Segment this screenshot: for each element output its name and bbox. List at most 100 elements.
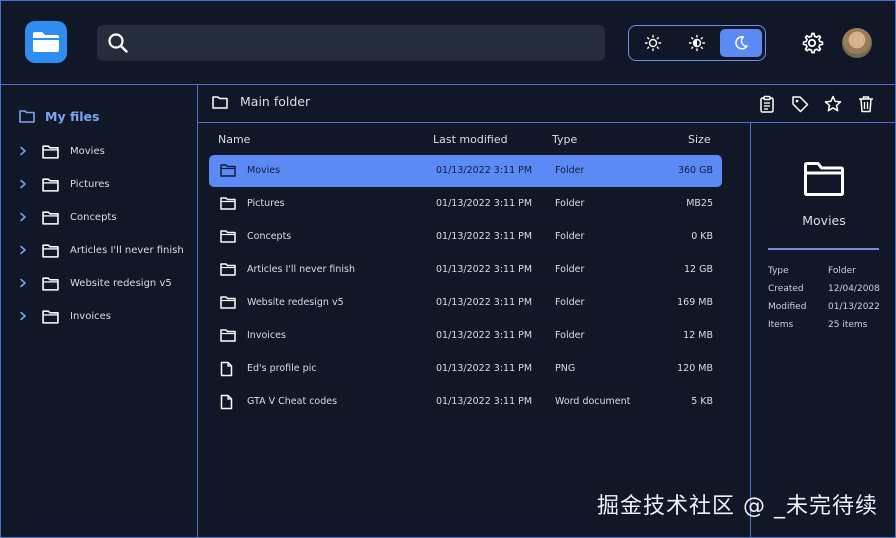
folder-icon	[220, 329, 236, 342]
delete-button[interactable]	[857, 95, 875, 113]
table-row[interactable]: Concepts 01/13/2022 3:11 PM Folder 0 KB	[209, 221, 722, 253]
sidebar-item[interactable]: Movies	[19, 141, 105, 161]
sidebar-item[interactable]: Website redesign v5	[19, 273, 172, 293]
folder-icon	[42, 177, 59, 192]
cell-type: Folder	[555, 165, 585, 176]
folder-icon	[42, 210, 59, 225]
tag-button[interactable]	[791, 95, 809, 113]
dark-theme-button[interactable]	[720, 29, 762, 57]
cell-size: 360 GB	[677, 165, 713, 176]
half-sun-icon	[688, 34, 706, 52]
sidebar-item[interactable]: Pictures	[19, 174, 110, 194]
file-icon	[220, 394, 233, 410]
details-title: Movies	[802, 213, 846, 228]
details-panel: Movies Type Folder Created 12/04/2008 Modifi…	[750, 122, 896, 538]
folder-icon	[220, 296, 236, 309]
cell-type: Folder	[555, 231, 585, 242]
settings-button[interactable]	[798, 29, 826, 57]
sidebar-item[interactable]: Invoices	[19, 306, 111, 326]
sidebar-item[interactable]: Concepts	[19, 207, 117, 227]
table-row[interactable]: Ed's profile pic 01/13/2022 3:11 PM PNG 120…	[209, 353, 722, 385]
property-key: Type	[768, 266, 789, 276]
cell-type: Folder	[555, 297, 585, 308]
chevron-right-icon[interactable]	[19, 245, 27, 255]
cell-type: Folder	[555, 330, 585, 341]
cell-name: Movies	[247, 165, 281, 176]
search-icon[interactable]	[107, 32, 129, 58]
cell-type: Folder	[555, 264, 585, 275]
chevron-right-icon[interactable]	[19, 179, 27, 189]
star-icon	[824, 95, 842, 112]
table-row[interactable]: Pictures 01/13/2022 3:11 PM Folder MB25	[209, 188, 722, 220]
cell-size: 120 MB	[677, 363, 713, 374]
cell-modified: 01/13/2022 3:11 PM	[436, 165, 533, 176]
cell-size: 5 KB	[691, 396, 713, 407]
cell-modified: 01/13/2022 3:11 PM	[436, 264, 533, 275]
sidebar-item[interactable]: Articles I'll never finish	[19, 240, 184, 260]
chevron-right-icon[interactable]	[19, 212, 27, 222]
folder-icon	[220, 263, 236, 276]
column-header-size[interactable]: Size	[688, 133, 711, 146]
sun-icon	[644, 34, 662, 52]
chevron-right-icon[interactable]	[19, 278, 27, 288]
chevron-right-icon[interactable]	[19, 311, 27, 321]
clipboard-icon	[760, 95, 774, 113]
breadcrumb-current[interactable]: Main folder	[240, 94, 310, 109]
search-bar[interactable]	[97, 25, 605, 61]
cell-name: Pictures	[247, 198, 285, 209]
sidebar-item-label: Website redesign v5	[70, 277, 172, 289]
watermark: 掘金技术社区 @ _未完待续	[597, 494, 878, 519]
folder-icon	[804, 162, 844, 196]
column-header-modified[interactable]: Last modified	[433, 133, 508, 146]
cell-size: 0 KB	[691, 231, 713, 242]
folder-icon	[19, 110, 35, 123]
divider	[768, 248, 879, 250]
breadcrumb-bar: Main folder	[197, 84, 896, 123]
folder-icon	[220, 197, 236, 210]
table-row[interactable]: Website redesign v5 01/13/2022 3:11 PM Fol…	[209, 287, 722, 319]
favorite-button[interactable]	[824, 95, 842, 113]
cell-type: Word document	[555, 396, 631, 407]
user-avatar[interactable]	[842, 28, 872, 58]
search-input[interactable]	[141, 25, 591, 61]
cell-size: MB25	[686, 198, 713, 209]
breadcrumb: Main folder	[212, 94, 310, 109]
folder-icon	[220, 230, 236, 243]
cell-modified: 01/13/2022 3:11 PM	[436, 231, 533, 242]
sidebar-title-label: My files	[45, 108, 100, 124]
file-icon	[220, 361, 233, 377]
theme-switcher	[628, 25, 766, 61]
folder-icon	[220, 164, 236, 177]
folder-icon	[42, 243, 59, 258]
cell-type: Folder	[555, 198, 585, 209]
folder-icon	[42, 309, 59, 324]
file-list: Name Last modified Type Size Movies 01/13…	[197, 122, 751, 538]
trash-icon	[859, 96, 873, 113]
folder-icon	[42, 144, 59, 159]
table-row[interactable]: Invoices 01/13/2022 3:11 PM Folder 12 MB	[209, 320, 722, 352]
moon-icon	[735, 36, 748, 50]
cell-modified: 01/13/2022 3:11 PM	[436, 396, 533, 407]
cell-name: Articles I'll never finish	[247, 264, 356, 275]
column-header-type[interactable]: Type	[552, 133, 577, 146]
table-row[interactable]: GTA V Cheat codes 01/13/2022 3:11 PM Word …	[209, 386, 722, 418]
cell-modified: 01/13/2022 3:11 PM	[436, 198, 533, 209]
folder-actions	[758, 95, 875, 113]
sidebar-item-label: Articles I'll never finish	[70, 244, 184, 256]
table-row[interactable]: Articles I'll never finish 01/13/2022 3:1…	[209, 254, 722, 286]
property-value: 12/04/2008	[828, 284, 880, 294]
property-key: Items	[768, 320, 794, 330]
sidebar-title[interactable]: My files	[19, 107, 99, 125]
property-value: 01/13/2022	[828, 302, 880, 312]
table-row[interactable]: Movies 01/13/2022 3:11 PM Folder 360 GB	[209, 155, 722, 187]
auto-theme-button[interactable]	[676, 29, 718, 57]
property-key: Modified	[768, 302, 807, 312]
column-header-name[interactable]: Name	[218, 133, 250, 146]
property-key: Created	[768, 284, 804, 294]
cell-name: Ed's profile pic	[247, 363, 317, 374]
sidebar-item-label: Movies	[70, 145, 105, 157]
light-theme-button[interactable]	[632, 29, 674, 57]
clipboard-button[interactable]	[758, 95, 776, 113]
chevron-right-icon[interactable]	[19, 146, 27, 156]
property-value: Folder	[828, 266, 856, 276]
